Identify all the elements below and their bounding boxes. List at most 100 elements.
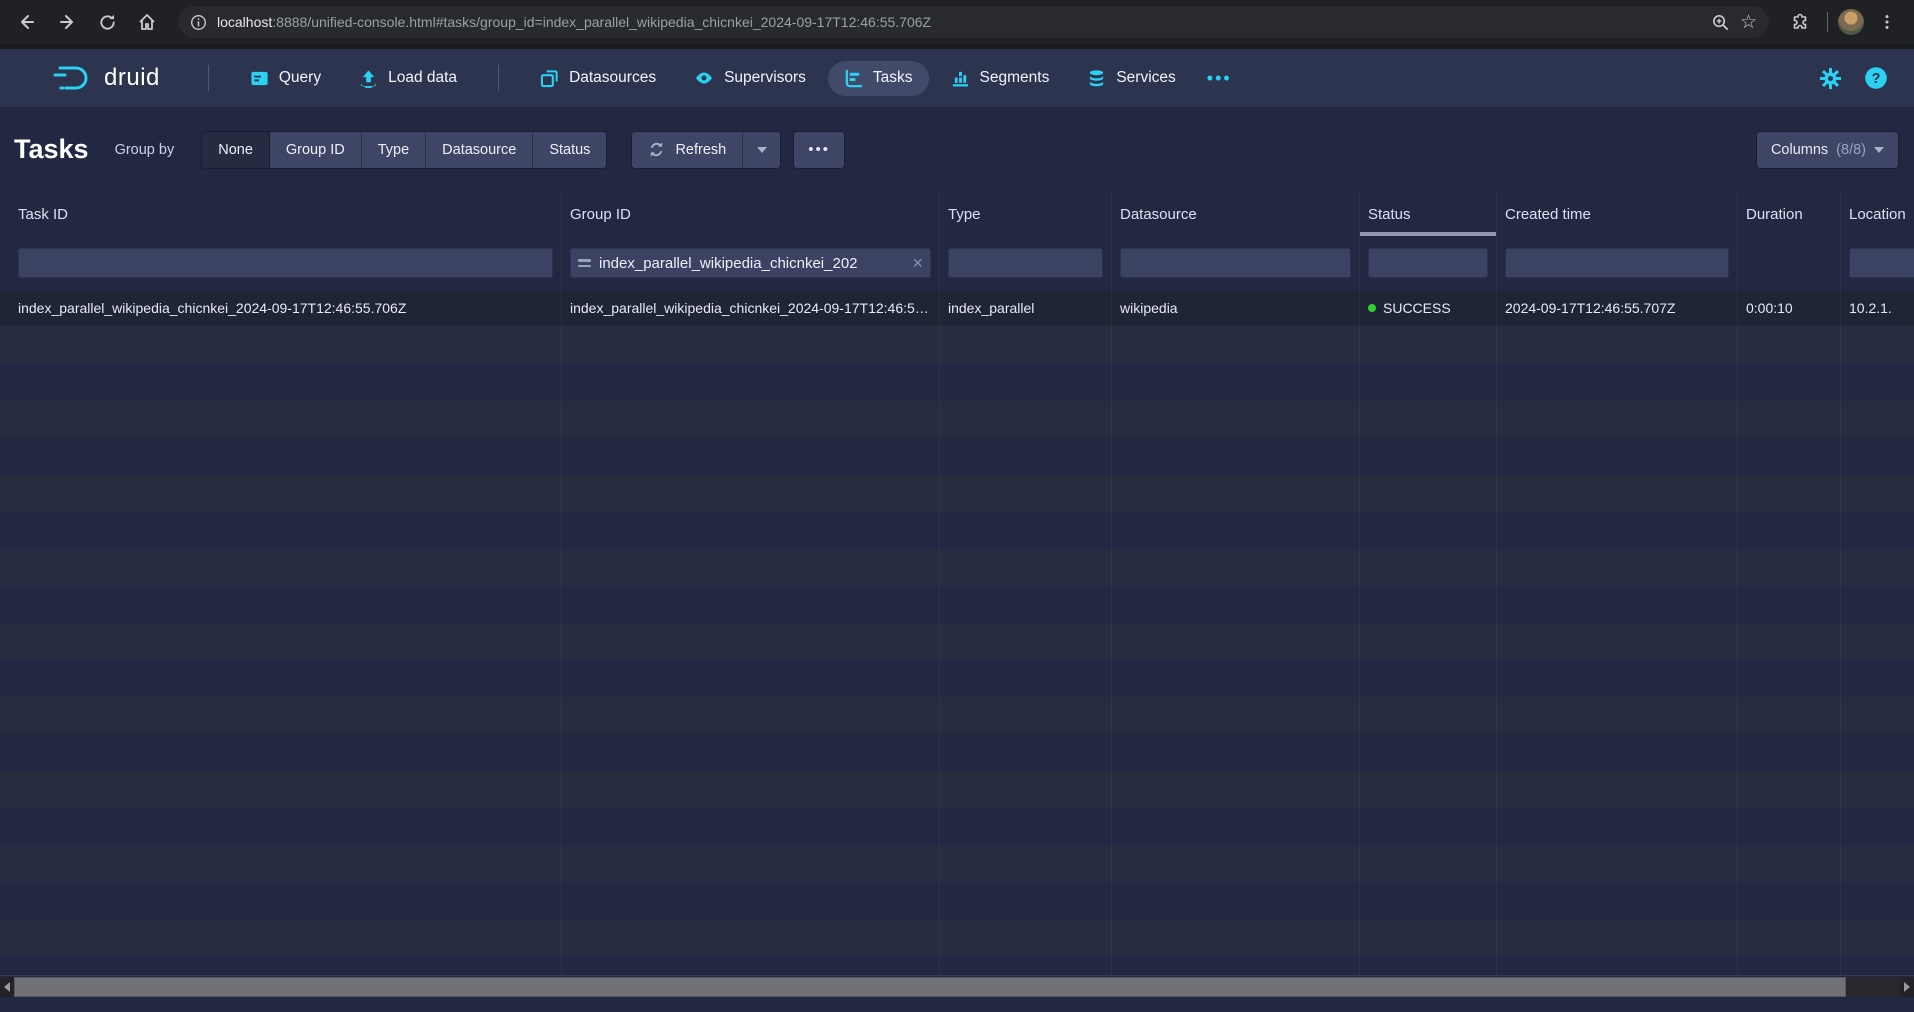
empty-cell bbox=[562, 919, 940, 956]
reload-button[interactable] bbox=[90, 5, 124, 39]
empty-cell bbox=[562, 623, 940, 660]
group-by-button-group: None Group ID Type Datasource Status bbox=[202, 132, 606, 168]
empty-cell bbox=[1112, 734, 1360, 771]
status-cell: SUCCESS bbox=[1360, 290, 1497, 326]
column-header-task-id[interactable]: Task ID bbox=[0, 192, 562, 236]
profile-avatar[interactable] bbox=[1838, 9, 1864, 35]
column-header-location[interactable]: Location bbox=[1841, 192, 1914, 236]
status-success-dot bbox=[1368, 304, 1376, 312]
empty-cell bbox=[0, 808, 562, 845]
equals-filter-icon bbox=[578, 259, 591, 267]
column-header-duration[interactable]: Duration bbox=[1738, 192, 1841, 236]
empty-cell bbox=[1360, 512, 1497, 549]
empty-cell bbox=[1738, 401, 1841, 438]
site-info-icon[interactable] bbox=[190, 14, 207, 31]
browser-menu-button[interactable] bbox=[1870, 5, 1904, 39]
nav-item-label: Query bbox=[279, 69, 321, 87]
clear-filter-icon[interactable]: × bbox=[912, 254, 923, 272]
empty-cell bbox=[1497, 734, 1738, 771]
table-filter-row: index_parallel_wikipedia_chicnkei_202 × bbox=[0, 236, 1914, 290]
extensions-button[interactable] bbox=[1783, 5, 1817, 39]
empty-cell bbox=[940, 808, 1112, 845]
help-icon[interactable]: ? bbox=[1864, 66, 1888, 90]
empty-cell bbox=[1841, 438, 1914, 475]
druid-logo[interactable]: druid bbox=[52, 63, 160, 93]
group-by-button[interactable]: Type bbox=[362, 132, 426, 168]
filter-cell-datasource bbox=[1112, 236, 1360, 290]
scroll-right-button[interactable] bbox=[1900, 977, 1914, 997]
zoom-icon[interactable] bbox=[1711, 13, 1730, 32]
status-filter-input[interactable] bbox=[1368, 248, 1488, 278]
task-id-filter-input[interactable] bbox=[18, 248, 553, 278]
empty-cell bbox=[1841, 919, 1914, 956]
home-button[interactable] bbox=[130, 5, 164, 39]
empty-cell bbox=[562, 401, 940, 438]
empty-cell bbox=[1841, 808, 1914, 845]
empty-cell bbox=[562, 956, 940, 975]
column-header-status[interactable]: Status bbox=[1360, 192, 1497, 236]
empty-cell bbox=[1841, 327, 1914, 364]
settings-gear-icon[interactable] bbox=[1819, 67, 1842, 90]
location-cell: 10.2.1. bbox=[1841, 290, 1914, 326]
datasource-filter-input[interactable] bbox=[1120, 248, 1351, 278]
empty-cell bbox=[1112, 327, 1360, 364]
empty-row bbox=[0, 808, 1914, 845]
refresh-dropdown-button[interactable] bbox=[742, 132, 780, 168]
group-id-filter-input[interactable]: index_parallel_wikipedia_chicnkei_202 × bbox=[570, 248, 931, 278]
empty-cell bbox=[1112, 845, 1360, 882]
refresh-button-group: Refresh bbox=[632, 132, 780, 168]
empty-cell bbox=[1841, 882, 1914, 919]
empty-cell bbox=[1112, 808, 1360, 845]
nav-item-query[interactable]: Query bbox=[234, 61, 337, 96]
nav-item-services[interactable]: Services bbox=[1071, 61, 1191, 96]
empty-cell bbox=[1112, 401, 1360, 438]
scrollbar-track[interactable] bbox=[1846, 977, 1900, 997]
bookmark-star-icon[interactable]: ☆ bbox=[1740, 13, 1757, 32]
address-bar[interactable]: localhost:8888/unified-console.html#task… bbox=[178, 6, 1769, 38]
nav-item-supervisors[interactable]: Supervisors bbox=[678, 60, 822, 96]
empty-cell bbox=[1497, 475, 1738, 512]
column-header-group-id[interactable]: Group ID bbox=[562, 192, 940, 236]
filter-cell-group-id: index_parallel_wikipedia_chicnkei_202 × bbox=[562, 236, 940, 290]
scroll-left-button[interactable] bbox=[0, 977, 14, 997]
column-header-type[interactable]: Type bbox=[940, 192, 1112, 236]
column-header-datasource[interactable]: Datasource bbox=[1112, 192, 1360, 236]
location-filter-input[interactable] bbox=[1849, 248, 1914, 278]
scrollbar-thumb[interactable] bbox=[14, 977, 1846, 997]
type-filter-input[interactable] bbox=[948, 248, 1103, 278]
empty-cell bbox=[1738, 327, 1841, 364]
nav-item-tasks[interactable]: Tasks bbox=[828, 61, 929, 96]
empty-cell bbox=[1497, 623, 1738, 660]
forward-button[interactable] bbox=[50, 5, 84, 39]
nav-item-datasources[interactable]: Datasources bbox=[524, 61, 672, 96]
created-time-filter-input[interactable] bbox=[1505, 248, 1729, 278]
empty-cell bbox=[1738, 586, 1841, 623]
empty-cell bbox=[1738, 771, 1841, 808]
task-row[interactable]: index_parallel_wikipedia_chicnkei_2024-0… bbox=[0, 290, 1914, 327]
empty-cell bbox=[0, 845, 562, 882]
columns-button[interactable]: Columns (8/8) bbox=[1757, 132, 1898, 168]
back-icon bbox=[17, 12, 37, 32]
more-actions-button[interactable]: ••• bbox=[794, 132, 844, 168]
group-id-cell: index_parallel_wikipedia_chicnkei_2024-0… bbox=[562, 290, 940, 326]
empty-cell bbox=[1360, 919, 1497, 956]
refresh-button[interactable]: Refresh bbox=[632, 132, 742, 168]
empty-cell bbox=[562, 475, 940, 512]
group-by-button[interactable]: None bbox=[202, 132, 270, 168]
empty-cell bbox=[940, 882, 1112, 919]
group-by-button[interactable]: Group ID bbox=[270, 132, 362, 168]
group-by-button[interactable]: Status bbox=[533, 132, 606, 168]
empty-cell bbox=[1112, 882, 1360, 919]
empty-cell bbox=[0, 438, 562, 475]
kebab-menu-icon bbox=[1878, 13, 1896, 31]
column-header-created-time[interactable]: Created time bbox=[1497, 192, 1738, 236]
nav-item-load-data[interactable]: Load data bbox=[343, 61, 473, 96]
back-button[interactable] bbox=[10, 5, 44, 39]
empty-row bbox=[0, 623, 1914, 660]
group-by-button[interactable]: Datasource bbox=[426, 132, 533, 168]
nav-item-segments[interactable]: Segments bbox=[935, 61, 1066, 96]
nav-more-button[interactable]: ••• bbox=[1195, 60, 1244, 97]
horizontal-scrollbar[interactable] bbox=[0, 977, 1914, 997]
empty-cell bbox=[1112, 697, 1360, 734]
empty-row bbox=[0, 771, 1914, 808]
